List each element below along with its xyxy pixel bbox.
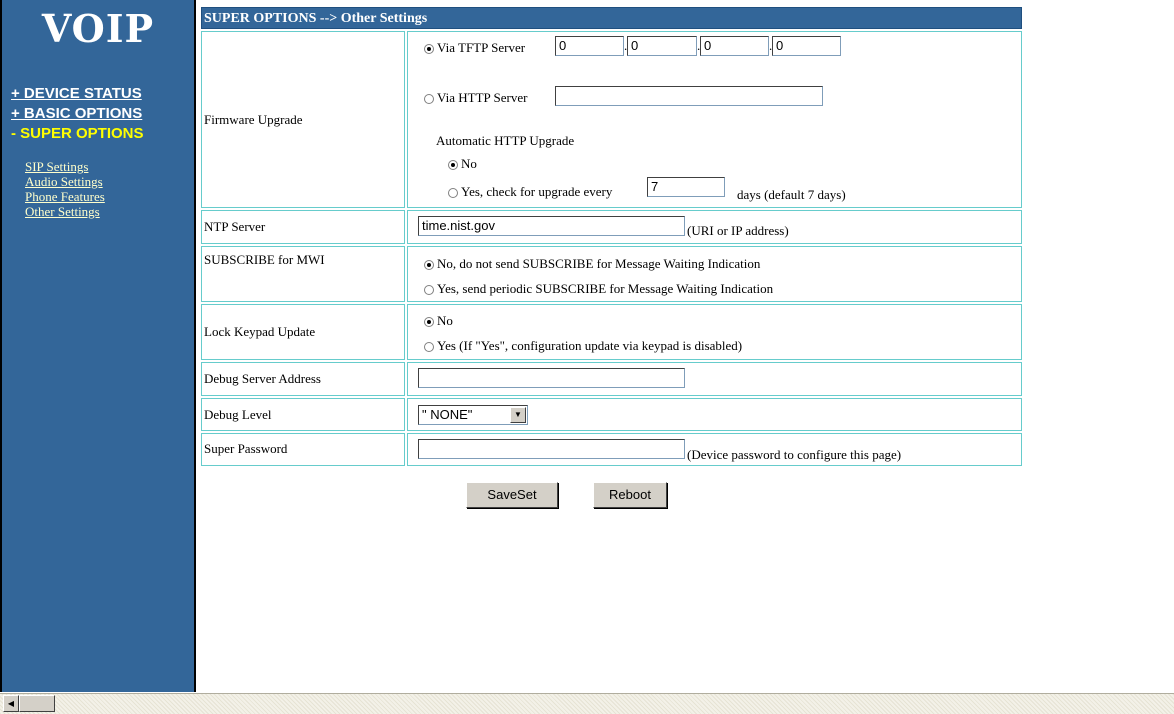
lock-yes-option[interactable]: Yes (If "Yes", configuration update via … [424, 338, 742, 354]
lock-row: Lock Keypad Update No Yes (If "Yes", con… [201, 304, 1022, 360]
mwi-yes-option[interactable]: Yes, send periodic SUBSCRIBE for Message… [424, 281, 773, 297]
super-password-label: Super Password [201, 433, 405, 466]
tftp-ip-1[interactable]: 0 [555, 36, 624, 56]
debug-level-select[interactable]: " NONE" ▼ [418, 405, 528, 425]
subnav-sip-settings[interactable]: SIP Settings [25, 159, 105, 174]
debug-level-label: Debug Level [201, 398, 405, 431]
lock-yes-radio[interactable] [424, 342, 434, 353]
page-title: SUPER OPTIONS --> Other Settings [201, 7, 1022, 29]
sidebar-nav: + DEVICE STATUS + BASIC OPTIONS - SUPER … [11, 84, 144, 144]
mwi-label: SUBSCRIBE for MWI [201, 246, 405, 302]
auto-no-radio[interactable] [448, 160, 458, 171]
debug-server-row: Debug Server Address [201, 362, 1022, 396]
super-password-hint: (Device password to configure this page) [687, 447, 902, 462]
http-radio[interactable] [424, 94, 434, 105]
auto-yes-radio[interactable] [448, 188, 458, 199]
tftp-ip-4[interactable]: 0 [772, 36, 841, 56]
tftp-ip-2[interactable]: 0 [627, 36, 697, 56]
tftp-option[interactable]: Via TFTP Server [424, 40, 525, 56]
auto-no-option[interactable]: No [448, 156, 477, 172]
tftp-label: Via TFTP Server [437, 40, 526, 55]
scrollbar-thumb[interactable] [19, 695, 55, 712]
ntp-value: time.nist.gov (URI or IP address) [407, 210, 1022, 244]
mwi-no-option[interactable]: No, do not send SUBSCRIBE for Message Wa… [424, 256, 760, 272]
lock-no-option[interactable]: No [424, 313, 453, 329]
dropdown-arrow-icon[interactable]: ▼ [510, 407, 526, 423]
ntp-hint: (URI or IP address) [687, 223, 789, 238]
auto-yes-option[interactable]: Yes, check for upgrade every [448, 184, 612, 200]
scroll-left-icon[interactable]: ◀ [3, 695, 19, 712]
debug-server-value [407, 362, 1022, 396]
http-option[interactable]: Via HTTP Server [424, 90, 527, 106]
mwi-row: SUBSCRIBE for MWI No, do not send SUBSCR… [201, 246, 1022, 302]
nav-super-options[interactable]: - SUPER OPTIONS [11, 124, 144, 144]
http-server-input[interactable] [555, 86, 823, 106]
subnav-phone-features[interactable]: Phone Features [25, 189, 105, 204]
debug-server-input[interactable] [418, 368, 685, 388]
tftp-radio[interactable] [424, 44, 434, 55]
main-content: SUPER OPTIONS --> Other Settings Firmwar… [201, 7, 1022, 466]
lock-label: Lock Keypad Update [201, 304, 405, 360]
reboot-button[interactable]: Reboot [593, 482, 667, 508]
sidebar: VOIP + DEVICE STATUS + BASIC OPTIONS - S… [0, 0, 196, 692]
tftp-ip-3[interactable]: 0 [700, 36, 769, 56]
nav-basic-options[interactable]: + BASIC OPTIONS [11, 104, 144, 124]
horizontal-scrollbar[interactable]: ◀ [0, 693, 1174, 714]
lock-value: No Yes (If "Yes", configuration update v… [407, 304, 1022, 360]
sidebar-subnav: SIP Settings Audio Settings Phone Featur… [25, 159, 105, 219]
ntp-row: NTP Server time.nist.gov (URI or IP addr… [201, 210, 1022, 244]
firmware-label: Firmware Upgrade [201, 31, 405, 208]
debug-level-selected: " NONE" [422, 407, 473, 422]
mwi-yes-radio[interactable] [424, 285, 434, 296]
super-password-row: Super Password (Device password to confi… [201, 433, 1022, 466]
firmware-row: Firmware Upgrade Via TFTP Server 0 . 0 .… [201, 31, 1022, 208]
nav-device-status[interactable]: + DEVICE STATUS [11, 84, 144, 104]
auto-upgrade-title: Automatic HTTP Upgrade [436, 133, 575, 148]
logo: VOIP [41, 6, 155, 51]
upgrade-days-input[interactable]: 7 [647, 177, 725, 197]
lock-no-radio[interactable] [424, 317, 434, 328]
subnav-audio-settings[interactable]: Audio Settings [25, 174, 105, 189]
saveset-button[interactable]: SaveSet [466, 482, 558, 508]
firmware-value: Via TFTP Server 0 . 0 . 0 . 0 Via HTTP S… [407, 31, 1022, 208]
ntp-label: NTP Server [201, 210, 405, 244]
mwi-value: No, do not send SUBSCRIBE for Message Wa… [407, 246, 1022, 302]
mwi-no-radio[interactable] [424, 260, 434, 271]
days-hint: days (default 7 days) [737, 187, 846, 202]
ntp-server-input[interactable]: time.nist.gov [418, 216, 685, 236]
super-password-value: (Device password to configure this page) [407, 433, 1022, 466]
subnav-other-settings[interactable]: Other Settings [25, 204, 105, 219]
debug-server-label: Debug Server Address [201, 362, 405, 396]
debug-level-value: " NONE" ▼ [407, 398, 1022, 431]
debug-level-row: Debug Level " NONE" ▼ [201, 398, 1022, 431]
super-password-input[interactable] [418, 439, 685, 459]
http-label: Via HTTP Server [437, 90, 528, 105]
